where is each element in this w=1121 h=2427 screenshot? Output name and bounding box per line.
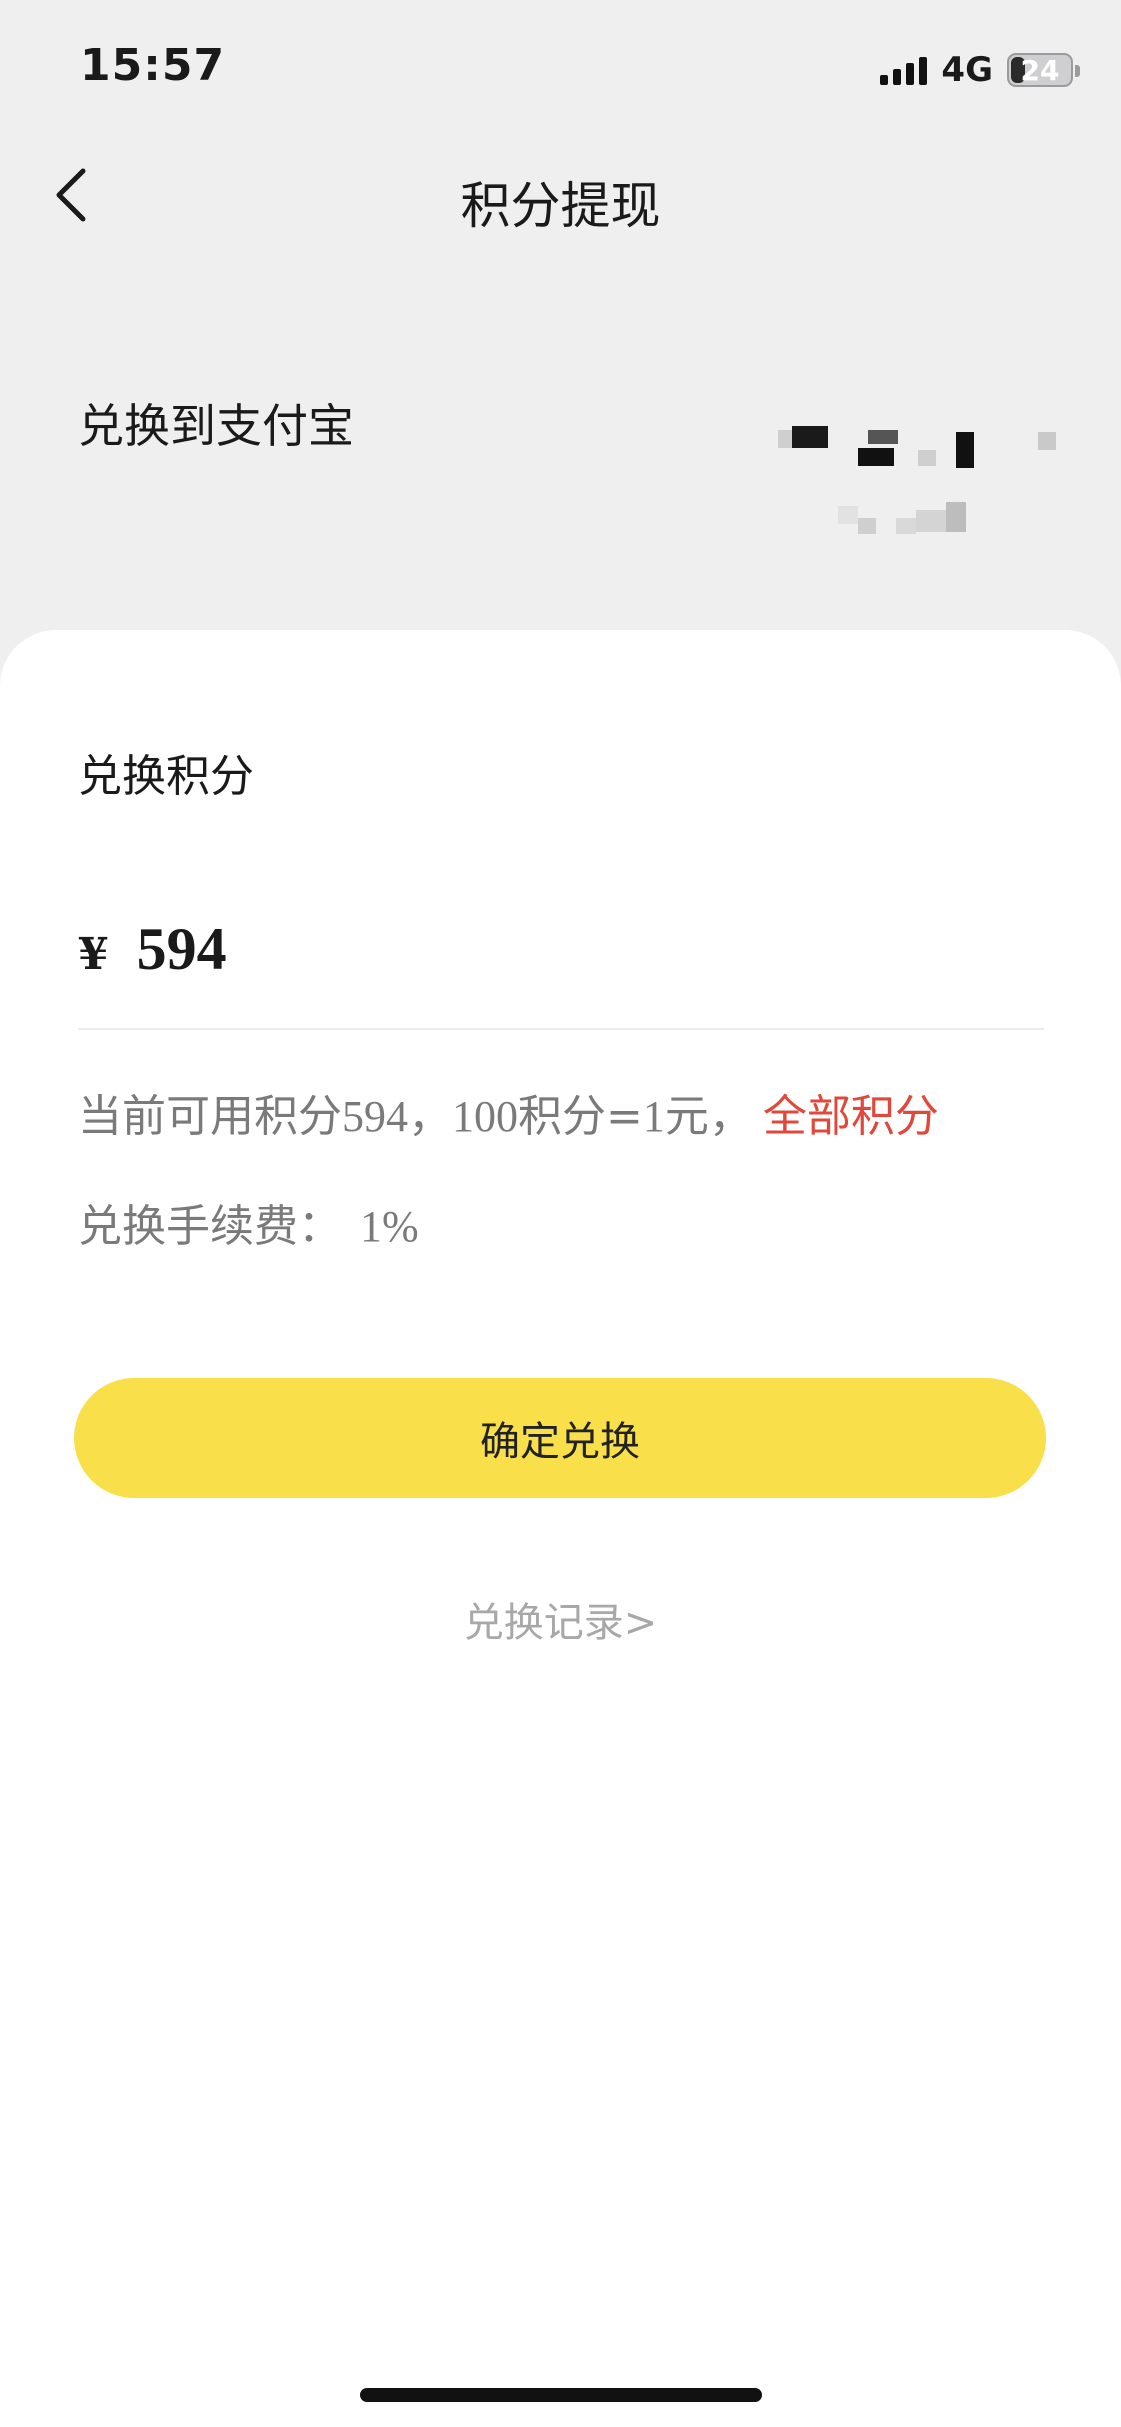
info-prefix: 当前可用积分 [78, 1091, 342, 1142]
status-indicators: 4G 24 [880, 50, 1080, 90]
rate-points: 100 [452, 1092, 518, 1141]
available-points: 594 [342, 1092, 408, 1141]
rate-middle: 积分= [518, 1091, 643, 1142]
signal-bars-icon [880, 55, 928, 85]
rate-yuan: 1 [642, 1092, 665, 1141]
nav-bar: 积分提现 [0, 140, 1121, 250]
rate-unit: 元， [664, 1091, 753, 1142]
exchange-records-link[interactable]: 兑换记录> [0, 1590, 1121, 1648]
available-points-info: 当前可用积分594，100积分=1元， 全部积分 [78, 1080, 939, 1144]
divider [78, 1028, 1044, 1030]
network-type: 4G [941, 50, 993, 90]
battery-level: 24 [1020, 53, 1060, 87]
status-time: 15:57 [80, 40, 226, 91]
fee-label: 兑换手续费： [78, 1201, 342, 1252]
battery-tip [1075, 65, 1080, 77]
confirm-exchange-button[interactable]: 确定兑换 [74, 1378, 1046, 1498]
battery-icon: 24 [1007, 53, 1080, 87]
fee-info: 兑换手续费： 1% [78, 1190, 419, 1254]
all-points-link[interactable]: 全部积分 [763, 1091, 939, 1142]
page-title: 积分提现 [460, 177, 661, 235]
amount-field[interactable]: ¥ 594 [78, 915, 227, 984]
amount-value: 594 [136, 916, 227, 982]
account-mosaic-redacted [770, 390, 1070, 540]
alipay-label: 兑换到支付宝 [78, 399, 354, 453]
info-separator: ， [408, 1091, 452, 1142]
exchange-card: 兑换积分 ¥ 594 当前可用积分594，100积分=1元， 全部积分 兑换手续费… [0, 630, 1121, 2427]
status-bar: 15:57 4G 24 [0, 0, 1121, 140]
alipay-account-row[interactable]: 兑换到支付宝 [0, 360, 1121, 560]
currency-symbol: ¥ [78, 929, 109, 980]
home-indicator[interactable] [360, 2388, 762, 2402]
section-title: 兑换积分 [78, 751, 254, 802]
fee-value: 1% [360, 1202, 419, 1251]
